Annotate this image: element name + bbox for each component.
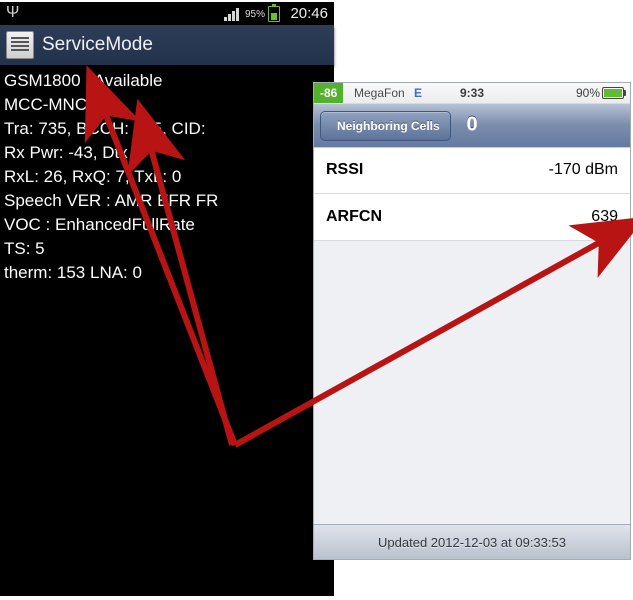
sm-line-tra: Tra: 735, BCCH: 735, CID: xyxy=(4,117,330,141)
sm-line-gsm: GSM1800 : Available xyxy=(4,69,330,93)
sm-line-voc: VOC : EnhancedFullRate xyxy=(4,213,330,237)
ios-footer: Updated 2012-12-03 at 09:33:53 xyxy=(314,524,630,559)
android-status-bar: Ψ 95% 20:46 xyxy=(0,2,334,25)
app-icon xyxy=(6,31,34,59)
rssi-value: -170 dBm xyxy=(549,161,618,179)
arfcn-value: 639 xyxy=(591,208,618,226)
ios-carrier: MegaFon xyxy=(354,86,405,100)
android-app-title: ServiceMode xyxy=(42,34,153,56)
rssi-label: RSSI xyxy=(326,161,363,179)
sm-line-rxpwr: Rx Pwr: -43, Dtx xyxy=(4,141,330,165)
list-item-rssi[interactable]: RSSI -170 dBm xyxy=(314,147,630,194)
arfcn-label: ARFCN xyxy=(326,208,382,226)
ios-clock: 9:33 xyxy=(460,86,484,100)
ios-panel: -86 MegaFon E 9:33 90% Neighboring Cells… xyxy=(313,82,631,560)
sm-line-rxl: RxL: 26, RxQ: 7, TxL: 0 xyxy=(4,165,330,189)
ios-navbar: Neighboring Cells 0 xyxy=(314,103,630,147)
back-button-label: Neighboring Cells xyxy=(337,119,440,133)
android-battery-percent: 95% xyxy=(245,9,265,20)
ios-nav-title: 0 xyxy=(466,114,477,137)
battery-icon xyxy=(268,6,280,22)
android-titlebar: ServiceMode xyxy=(0,25,334,65)
sm-line-mccmnc: MCC-MNC : xyxy=(4,93,330,117)
sm-line-therm: therm: 153 LNA: 0 xyxy=(4,261,330,285)
android-clock: 20:46 xyxy=(290,5,328,22)
back-button[interactable]: Neighboring Cells xyxy=(320,111,451,141)
service-mode-body: GSM1800 : Available MCC-MNC : Tra: 735, … xyxy=(0,65,334,289)
sm-line-speech: Speech VER : AMR EFR FR xyxy=(4,189,330,213)
list-item-arfcn[interactable]: ARFCN 639 xyxy=(314,194,630,241)
ios-battery-percent: 90% xyxy=(576,86,600,100)
ios-signal-dbm: -86 xyxy=(314,83,343,103)
sm-line-ts: TS: 5 xyxy=(4,237,330,261)
usb-icon: Ψ xyxy=(6,5,19,21)
ios-list: RSSI -170 dBm ARFCN 639 xyxy=(314,147,630,241)
android-panel: Ψ 95% 20:46 ServiceMode GSM1800 : Availa… xyxy=(0,2,334,596)
battery-icon xyxy=(602,87,624,99)
ios-network-type: E xyxy=(414,86,422,100)
signal-icon xyxy=(224,8,240,21)
ios-status-bar: -86 MegaFon E 9:33 90% xyxy=(314,83,630,103)
